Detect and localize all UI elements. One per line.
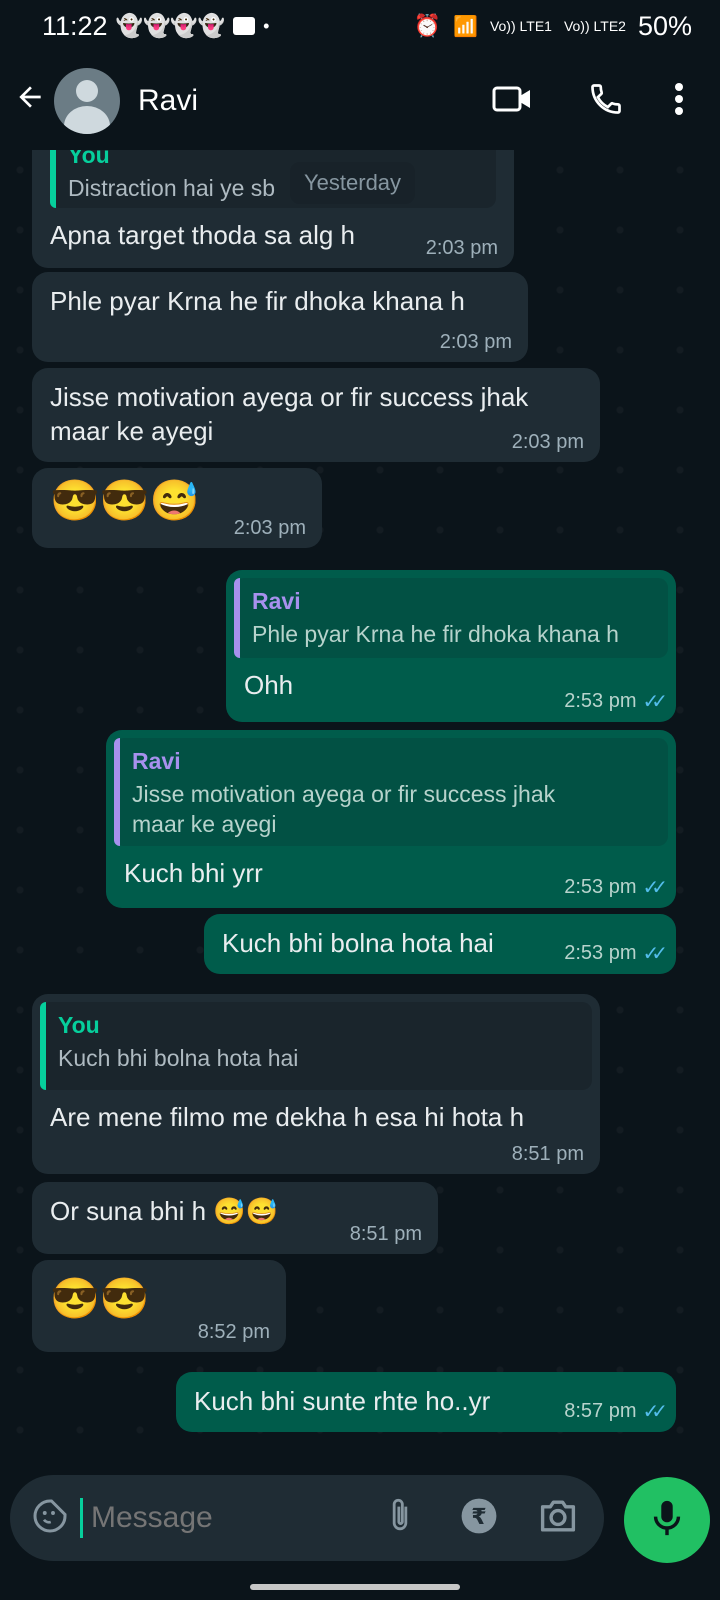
quote-author: Ravi <box>252 588 301 614</box>
sticker-icon[interactable] <box>32 1498 68 1539</box>
svg-text:₹: ₹ <box>471 1503 486 1529</box>
quote-text: Distraction hai ye sb <box>68 175 276 201</box>
message-time: 2:03 pm <box>425 237 498 259</box>
chat-area[interactable]: You Distraction hai ye sb Apna target th… <box>0 150 720 1450</box>
quote-author: Ravi <box>132 748 181 774</box>
read-ticks-icon: ✓✓ <box>642 877 667 899</box>
quote-author: You <box>68 150 110 168</box>
battery-level: 50% <box>637 10 692 41</box>
network-1: Vo)) LTE1 <box>489 18 552 34</box>
rupee-payment-icon[interactable]: ₹ <box>460 1497 498 1540</box>
gallery-icon <box>233 17 256 35</box>
message-outgoing[interactable]: Kuch bhi sunte rhte ho..yr 8:57 pm ✓✓ <box>176 1372 676 1432</box>
text-cursor <box>80 1498 83 1538</box>
mic-button[interactable] <box>624 1477 710 1563</box>
video-call-icon[interactable] <box>492 84 532 119</box>
message-time: 2:53 pm ✓✓ <box>564 876 668 899</box>
camera-icon[interactable] <box>538 1498 578 1539</box>
message-time: 2:03 pm <box>511 431 584 453</box>
message-text: Are mene filmo me dekha h esa hi hota h <box>50 1102 525 1132</box>
quoted-message[interactable]: Ravi Phle pyar Krna he fir dhoka khana h <box>234 578 668 658</box>
message-incoming[interactable]: Jisse motivation ayega or fir success jh… <box>32 368 600 462</box>
message-time: 2:53 pm ✓✓ <box>564 942 668 965</box>
message-time: 8:51 pm <box>349 1223 422 1245</box>
dot-icon: • <box>263 15 270 36</box>
message-time: 2:53 pm ✓✓ <box>564 690 668 713</box>
wifi-icon: 📶 <box>453 15 478 38</box>
message-outgoing[interactable]: Kuch bhi bolna hota hai 2:53 pm ✓✓ <box>204 914 676 974</box>
quoted-message[interactable]: You Kuch bhi bolna hota hai <box>40 1002 592 1090</box>
contact-name[interactable]: Ravi <box>138 84 492 118</box>
read-ticks-icon: ✓✓ <box>642 1401 667 1423</box>
clock: 11:22 <box>42 10 108 41</box>
message-time: 8:51 pm <box>511 1143 584 1165</box>
message-outgoing[interactable]: Ravi Phle pyar Krna he fir dhoka khana h… <box>226 570 676 722</box>
quote-text: Jisse motivation ayega or fir success jh… <box>132 781 556 837</box>
message-input[interactable] <box>89 1500 386 1536</box>
mic-icon <box>649 1498 685 1543</box>
quoted-message[interactable]: Ravi Jisse motivation ayega or fir succe… <box>114 738 668 846</box>
more-vert-icon[interactable] <box>674 82 684 121</box>
avatar[interactable] <box>54 68 120 134</box>
message-time: 2:03 pm <box>439 331 512 353</box>
message-incoming[interactable]: You Distraction hai ye sb Apna target th… <box>32 150 514 268</box>
message-incoming[interactable]: Or suna bhi h 😅😅 8:51 pm <box>32 1182 438 1254</box>
read-ticks-icon: ✓✓ <box>642 943 667 965</box>
message-time: 8:52 pm <box>197 1321 270 1343</box>
message-incoming[interactable]: 😎😎 8:52 pm <box>32 1260 286 1352</box>
message-incoming[interactable]: Phle pyar Krna he fir dhoka khana h 2:03… <box>32 272 528 362</box>
message-text: Phle pyar Krna he fir dhoka khana h <box>50 286 465 316</box>
message-emoji: 😎😎 <box>50 1277 150 1321</box>
network-2: Vo)) LTE2 <box>563 18 626 34</box>
quote-author: You <box>58 1012 100 1038</box>
date-chip: Yesterday <box>290 162 416 204</box>
message-incoming[interactable]: 😎😎😅 2:03 pm <box>32 468 322 548</box>
message-time: 2:03 pm <box>233 517 306 539</box>
quote-text: Kuch bhi bolna hota hai <box>58 1045 299 1071</box>
message-composer: ₹ <box>10 1475 604 1561</box>
alarm-icon: ⏰ <box>413 13 442 38</box>
gesture-nav-bar[interactable] <box>250 1584 460 1590</box>
snapchat-icon: 👻👻👻👻 <box>115 13 226 38</box>
message-text: Jisse motivation ayega or fir success jh… <box>50 382 529 446</box>
message-outgoing[interactable]: Ravi Jisse motivation ayega or fir succe… <box>106 730 676 908</box>
arrow-left-icon[interactable] <box>14 81 48 122</box>
quote-text: Phle pyar Krna he fir dhoka khana h <box>252 621 619 647</box>
phone-icon[interactable] <box>588 81 624 122</box>
paperclip-icon[interactable] <box>386 1497 414 1540</box>
chat-header: Ravi <box>0 52 720 150</box>
message-time: 8:57 pm ✓✓ <box>564 1400 668 1423</box>
read-ticks-icon: ✓✓ <box>642 691 667 713</box>
message-incoming[interactable]: You Kuch bhi bolna hota hai Are mene fil… <box>32 994 600 1174</box>
quoted-message[interactable]: You Distraction hai ye sb <box>50 150 496 208</box>
status-bar: 11:22 👻👻👻👻 • ⏰ 📶 Vo)) LTE1 Vo)) LTE2 50% <box>0 0 720 52</box>
